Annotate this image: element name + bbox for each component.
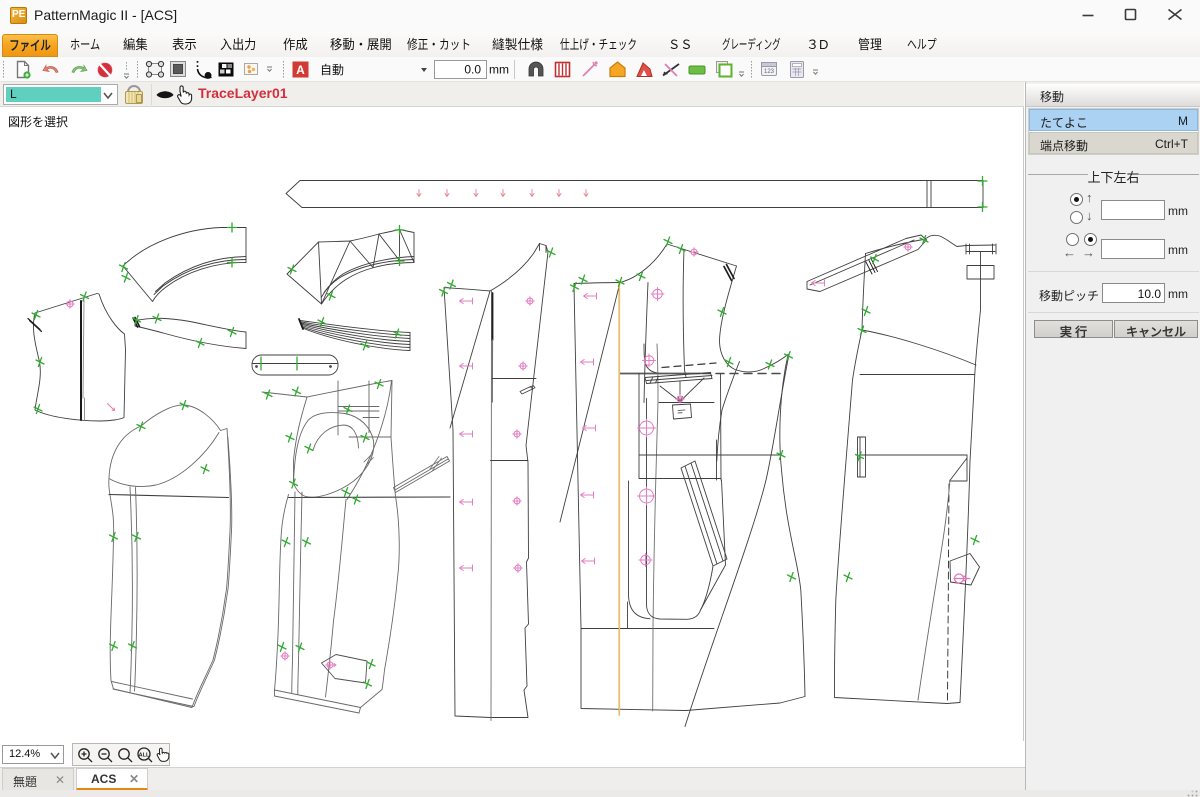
svg-text:自動: 自動 [320,63,344,77]
svg-text:ALL: ALL [139,753,150,759]
svg-text:0.0: 0.0 [464,63,481,77]
svg-text:mm: mm [489,63,509,77]
svg-text:123: 123 [764,69,775,75]
svg-text:A: A [296,63,305,77]
